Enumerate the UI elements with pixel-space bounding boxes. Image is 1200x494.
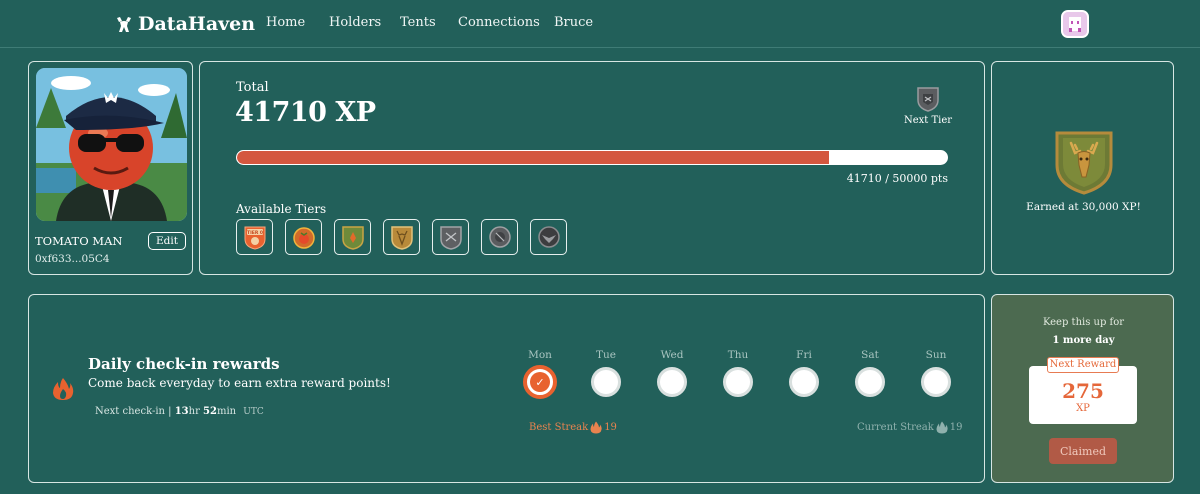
day-label: Wed bbox=[660, 349, 684, 361]
gold-stag-badge-icon bbox=[390, 226, 413, 250]
tomato-man-avatar-image bbox=[36, 68, 187, 221]
profile-picture bbox=[36, 68, 187, 221]
day-empty-circle bbox=[657, 367, 687, 397]
day-empty-circle bbox=[591, 367, 621, 397]
nav-tents[interactable]: Tents bbox=[400, 15, 458, 30]
flame-icon bbox=[53, 378, 74, 400]
current-streak-value: 19 bbox=[949, 422, 963, 433]
brand-name: DataHaven bbox=[138, 13, 256, 35]
day-empty-circle bbox=[723, 367, 753, 397]
wallet-address: 0xf633...05C4 bbox=[35, 253, 110, 265]
tier-badge-5[interactable] bbox=[481, 219, 518, 255]
day-empty-circle bbox=[921, 367, 951, 397]
tier-0-badge-icon: TIER 0 bbox=[244, 226, 265, 250]
total-xp-value: 41710 XP bbox=[235, 97, 376, 128]
best-streak-value: 19 bbox=[604, 422, 617, 433]
available-tiers-label: Available Tiers bbox=[236, 202, 327, 216]
checkin-title: Daily check-in rewards bbox=[88, 355, 280, 373]
next-checkin-minutes: 52 bbox=[203, 406, 217, 417]
tier-badge-3[interactable] bbox=[383, 219, 420, 255]
claimed-button[interactable]: Claimed bbox=[1049, 438, 1117, 464]
pixel-avatar-icon bbox=[1063, 12, 1087, 36]
best-streak: Best Streak 19 bbox=[529, 421, 617, 434]
reward-amount-box: Next Reward 275 XP bbox=[1029, 357, 1137, 424]
days-remaining-text: 1 more day bbox=[1052, 335, 1115, 346]
keep-up-text: Keep this up for bbox=[1042, 317, 1125, 328]
best-streak-label: Best Streak bbox=[529, 422, 589, 433]
day-empty-circle bbox=[855, 367, 885, 397]
current-tier-card: Earned at 30,000 XP! bbox=[991, 61, 1174, 275]
reward-unit: XP bbox=[1076, 403, 1090, 414]
tier-badge-2[interactable] bbox=[334, 219, 371, 255]
brand-logo[interactable]: DataHaven bbox=[114, 10, 255, 38]
grey-shield-badge-icon bbox=[439, 226, 462, 250]
dark-eagle-badge-icon bbox=[537, 226, 560, 248]
gold-stag-badge-icon bbox=[1055, 131, 1113, 195]
profile-card: TOMATO MAN 0xf633...05C4 Edit bbox=[28, 61, 193, 275]
next-checkin-hours: 13 bbox=[174, 406, 189, 417]
timezone-label: UTC bbox=[243, 407, 264, 417]
current-streak: Current Streak 19 bbox=[857, 421, 963, 434]
next-checkin-prefix: Next check-in | bbox=[95, 406, 172, 417]
xp-progress-bar bbox=[236, 150, 948, 165]
day-fri[interactable]: Fri bbox=[784, 349, 824, 397]
nav-bruce[interactable]: Bruce bbox=[554, 15, 594, 30]
nav-holders[interactable]: Holders bbox=[329, 15, 400, 30]
day-wed[interactable]: Wed bbox=[652, 349, 692, 397]
next-reward-card: Keep this up for 1 more day Next Reward … bbox=[991, 294, 1174, 483]
day-thu[interactable]: Thu bbox=[718, 349, 758, 397]
tier-badge-4[interactable] bbox=[432, 219, 469, 255]
next-reward-tag: Next Reward bbox=[1047, 357, 1119, 373]
tier-0-badge-text: TIER 0 bbox=[247, 230, 263, 236]
current-streak-label: Current Streak bbox=[857, 422, 934, 433]
day-empty-circle bbox=[789, 367, 819, 397]
next-checkin-hours-unit: hr bbox=[188, 406, 200, 417]
edit-profile-button[interactable]: Edit bbox=[148, 232, 186, 250]
next-checkin-timer: Next check-in | 13hr 52min UTC bbox=[95, 406, 264, 417]
day-label: Sun bbox=[925, 349, 947, 361]
tier-badge-6[interactable] bbox=[530, 219, 567, 255]
xp-progress-text: 41710 / 50000 pts bbox=[846, 172, 948, 185]
next-tier-label: Next Tier bbox=[903, 115, 953, 126]
day-label: Tue bbox=[596, 349, 616, 361]
day-tue[interactable]: Tue bbox=[586, 349, 626, 397]
tomato-badge-icon bbox=[292, 227, 315, 249]
tier-badge-list: TIER 0 bbox=[236, 219, 567, 255]
day-label: Sat bbox=[861, 349, 879, 361]
grey-shield-badge-icon bbox=[917, 87, 939, 112]
xp-progress-fill bbox=[237, 151, 830, 164]
next-tier-indicator: Next Tier bbox=[900, 86, 956, 126]
nav-connections[interactable]: Connections bbox=[458, 15, 554, 30]
day-checked-circle: ✓ bbox=[523, 365, 557, 399]
day-label: Fri bbox=[796, 349, 812, 361]
top-navigation-bar: DataHaven Home Holders Tents Connections… bbox=[0, 0, 1200, 48]
next-checkin-minutes-unit: min bbox=[216, 406, 237, 417]
earned-tier-text: Earned at 30,000 XP! bbox=[1026, 201, 1141, 213]
checkin-subtitle: Come back everyday to earn extra reward … bbox=[88, 376, 391, 390]
green-shield-badge-icon bbox=[341, 226, 364, 250]
xp-progress-card: Total 41710 XP Next Tier 41710 / 50000 p… bbox=[199, 61, 985, 275]
day-sun[interactable]: Sun bbox=[916, 349, 956, 397]
main-nav: Home Holders Tents Connections Bruce bbox=[266, 15, 594, 30]
tier-badge-1[interactable] bbox=[285, 219, 322, 255]
total-label: Total bbox=[236, 80, 269, 95]
grey-circle-badge-icon bbox=[488, 226, 511, 248]
profile-username: TOMATO MAN bbox=[35, 234, 123, 248]
user-avatar-button[interactable] bbox=[1061, 10, 1089, 38]
day-mon[interactable]: Mon ✓ bbox=[520, 349, 560, 399]
moose-logo-icon bbox=[117, 17, 131, 32]
reward-amount: 275 bbox=[1062, 379, 1104, 403]
flame-icon bbox=[936, 421, 948, 434]
flame-icon bbox=[590, 421, 602, 434]
day-label: Thu bbox=[727, 349, 749, 361]
nav-home[interactable]: Home bbox=[266, 15, 329, 30]
check-icon: ✓ bbox=[530, 372, 550, 392]
day-sat[interactable]: Sat bbox=[850, 349, 890, 397]
tier-badge-0[interactable]: TIER 0 bbox=[236, 219, 273, 255]
daily-checkin-card: Daily check-in rewards Come back everyda… bbox=[28, 294, 985, 483]
